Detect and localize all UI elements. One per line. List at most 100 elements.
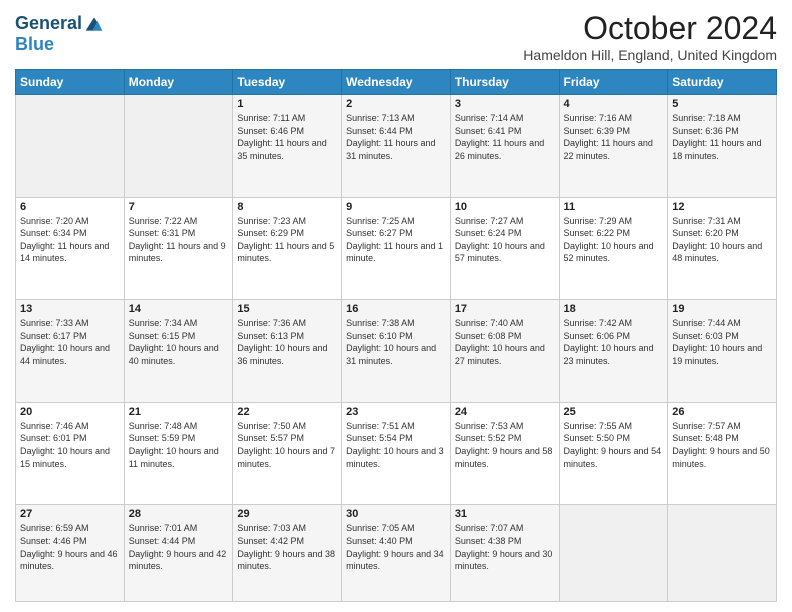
- table-row: 31 Sunrise: 7:07 AMSunset: 4:38 PMDayligh…: [450, 505, 559, 602]
- day-info: Sunrise: 7:33 AMSunset: 6:17 PMDaylight:…: [20, 317, 120, 367]
- day-number: 24: [455, 406, 555, 418]
- day-number: 4: [564, 98, 664, 110]
- day-info: Sunrise: 7:53 AMSunset: 5:52 PMDaylight:…: [455, 420, 555, 470]
- table-row: 2 Sunrise: 7:13 AMSunset: 6:44 PMDaylight…: [342, 95, 451, 198]
- day-info: Sunrise: 7:16 AMSunset: 6:39 PMDaylight:…: [564, 112, 664, 162]
- table-row: 1 Sunrise: 7:11 AMSunset: 6:46 PMDaylight…: [233, 95, 342, 198]
- day-info: Sunrise: 7:07 AMSunset: 4:38 PMDaylight:…: [455, 522, 555, 572]
- day-info: Sunrise: 7:48 AMSunset: 5:59 PMDaylight:…: [129, 420, 229, 470]
- day-info: Sunrise: 7:40 AMSunset: 6:08 PMDaylight:…: [455, 317, 555, 367]
- table-row: 16 Sunrise: 7:38 AMSunset: 6:10 PMDayligh…: [342, 300, 451, 403]
- calendar-header-row: Sunday Monday Tuesday Wednesday Thursday…: [16, 70, 777, 95]
- day-number: 3: [455, 98, 555, 110]
- table-row: [559, 505, 668, 602]
- day-info: Sunrise: 7:13 AMSunset: 6:44 PMDaylight:…: [346, 112, 446, 162]
- day-number: 16: [346, 303, 446, 315]
- table-row: 11Sunrise: 7:29 AMSunset: 6:22 PMDayligh…: [559, 197, 668, 300]
- day-number: 31: [455, 508, 555, 520]
- day-info: Sunrise: 7:25 AMSunset: 6:27 PMDaylight:…: [346, 215, 446, 265]
- logo-text-general: General: [15, 14, 82, 34]
- col-thursday: Thursday: [450, 70, 559, 95]
- day-info: Sunrise: 7:20 AMSunset: 6:34 PMDaylight:…: [20, 215, 120, 265]
- table-row: [16, 95, 125, 198]
- table-row: 6 Sunrise: 7:20 AMSunset: 6:34 PMDaylight…: [16, 197, 125, 300]
- day-number: 2: [346, 98, 446, 110]
- day-info: Sunrise: 7:23 AMSunset: 6:29 PMDaylight:…: [237, 215, 337, 265]
- day-number: 8: [237, 201, 337, 213]
- day-number: 30: [346, 508, 446, 520]
- day-info: Sunrise: 7:36 AMSunset: 6:13 PMDaylight:…: [237, 317, 337, 367]
- day-number: 7: [129, 201, 229, 213]
- day-info: Sunrise: 7:51 AMSunset: 5:54 PMDaylight:…: [346, 420, 446, 470]
- day-number: 5: [672, 98, 772, 110]
- table-row: 4 Sunrise: 7:16 AMSunset: 6:39 PMDaylight…: [559, 95, 668, 198]
- calendar: Sunday Monday Tuesday Wednesday Thursday…: [15, 69, 777, 602]
- logo-icon: [84, 14, 104, 34]
- day-info: Sunrise: 7:38 AMSunset: 6:10 PMDaylight:…: [346, 317, 446, 367]
- table-row: 13 Sunrise: 7:33 AMSunset: 6:17 PMDayligh…: [16, 300, 125, 403]
- logo: General Blue: [15, 14, 104, 55]
- table-row: [668, 505, 777, 602]
- table-row: 24 Sunrise: 7:53 AMSunset: 5:52 PMDayligh…: [450, 402, 559, 505]
- day-number: 22: [237, 406, 337, 418]
- calendar-week-2: 6 Sunrise: 7:20 AMSunset: 6:34 PMDaylight…: [16, 197, 777, 300]
- day-number: 12: [672, 201, 772, 213]
- table-row: 9 Sunrise: 7:25 AMSunset: 6:27 PMDaylight…: [342, 197, 451, 300]
- header: General Blue October 2024 Hameldon Hill,…: [15, 10, 777, 63]
- day-info: Sunrise: 7:05 AMSunset: 4:40 PMDaylight:…: [346, 522, 446, 572]
- table-row: 28Sunrise: 7:01 AMSunset: 4:44 PMDayligh…: [124, 505, 233, 602]
- calendar-week-4: 20Sunrise: 7:46 AMSunset: 6:01 PMDayligh…: [16, 402, 777, 505]
- day-number: 14: [129, 303, 229, 315]
- table-row: [124, 95, 233, 198]
- table-row: 21Sunrise: 7:48 AMSunset: 5:59 PMDayligh…: [124, 402, 233, 505]
- day-number: 13: [20, 303, 120, 315]
- day-number: 18: [564, 303, 664, 315]
- col-wednesday: Wednesday: [342, 70, 451, 95]
- col-tuesday: Tuesday: [233, 70, 342, 95]
- table-row: 3 Sunrise: 7:14 AMSunset: 6:41 PMDaylight…: [450, 95, 559, 198]
- col-friday: Friday: [559, 70, 668, 95]
- day-info: Sunrise: 7:03 AMSunset: 4:42 PMDaylight:…: [237, 522, 337, 572]
- col-monday: Monday: [124, 70, 233, 95]
- day-info: Sunrise: 7:55 AMSunset: 5:50 PMDaylight:…: [564, 420, 664, 470]
- table-row: 8 Sunrise: 7:23 AMSunset: 6:29 PMDaylight…: [233, 197, 342, 300]
- table-row: 22 Sunrise: 7:50 AMSunset: 5:57 PMDayligh…: [233, 402, 342, 505]
- title-block: October 2024 Hameldon Hill, England, Uni…: [523, 10, 777, 63]
- table-row: 15 Sunrise: 7:36 AMSunset: 6:13 PMDayligh…: [233, 300, 342, 403]
- day-number: 9: [346, 201, 446, 213]
- day-number: 23: [346, 406, 446, 418]
- day-number: 6: [20, 201, 120, 213]
- day-number: 1: [237, 98, 337, 110]
- day-info: Sunrise: 7:44 AMSunset: 6:03 PMDaylight:…: [672, 317, 772, 367]
- table-row: 26Sunrise: 7:57 AMSunset: 5:48 PMDayligh…: [668, 402, 777, 505]
- day-number: 19: [672, 303, 772, 315]
- day-number: 26: [672, 406, 772, 418]
- day-number: 15: [237, 303, 337, 315]
- day-info: Sunrise: 7:11 AMSunset: 6:46 PMDaylight:…: [237, 112, 337, 162]
- table-row: 27Sunrise: 6:59 AMSunset: 4:46 PMDayligh…: [16, 505, 125, 602]
- day-number: 10: [455, 201, 555, 213]
- month-title: October 2024: [523, 10, 777, 47]
- table-row: 7 Sunrise: 7:22 AMSunset: 6:31 PMDaylight…: [124, 197, 233, 300]
- table-row: 14Sunrise: 7:34 AMSunset: 6:15 PMDayligh…: [124, 300, 233, 403]
- calendar-week-1: 1 Sunrise: 7:11 AMSunset: 6:46 PMDaylight…: [16, 95, 777, 198]
- logo-text-blue: Blue: [15, 34, 104, 55]
- day-info: Sunrise: 7:22 AMSunset: 6:31 PMDaylight:…: [129, 215, 229, 265]
- day-info: Sunrise: 7:18 AMSunset: 6:36 PMDaylight:…: [672, 112, 772, 162]
- table-row: 25 Sunrise: 7:55 AMSunset: 5:50 PMDayligh…: [559, 402, 668, 505]
- calendar-week-5: 27Sunrise: 6:59 AMSunset: 4:46 PMDayligh…: [16, 505, 777, 602]
- calendar-week-3: 13 Sunrise: 7:33 AMSunset: 6:17 PMDayligh…: [16, 300, 777, 403]
- day-info: Sunrise: 7:46 AMSunset: 6:01 PMDaylight:…: [20, 420, 120, 470]
- day-info: Sunrise: 7:27 AMSunset: 6:24 PMDaylight:…: [455, 215, 555, 265]
- col-sunday: Sunday: [16, 70, 125, 95]
- location: Hameldon Hill, England, United Kingdom: [523, 47, 777, 63]
- day-info: Sunrise: 6:59 AMSunset: 4:46 PMDaylight:…: [20, 522, 120, 572]
- day-info: Sunrise: 7:01 AMSunset: 4:44 PMDaylight:…: [129, 522, 229, 572]
- table-row: 19 Sunrise: 7:44 AMSunset: 6:03 PMDayligh…: [668, 300, 777, 403]
- day-info: Sunrise: 7:14 AMSunset: 6:41 PMDaylight:…: [455, 112, 555, 162]
- day-number: 25: [564, 406, 664, 418]
- day-info: Sunrise: 7:50 AMSunset: 5:57 PMDaylight:…: [237, 420, 337, 470]
- day-info: Sunrise: 7:31 AMSunset: 6:20 PMDaylight:…: [672, 215, 772, 265]
- day-info: Sunrise: 7:29 AMSunset: 6:22 PMDaylight:…: [564, 215, 664, 265]
- day-number: 17: [455, 303, 555, 315]
